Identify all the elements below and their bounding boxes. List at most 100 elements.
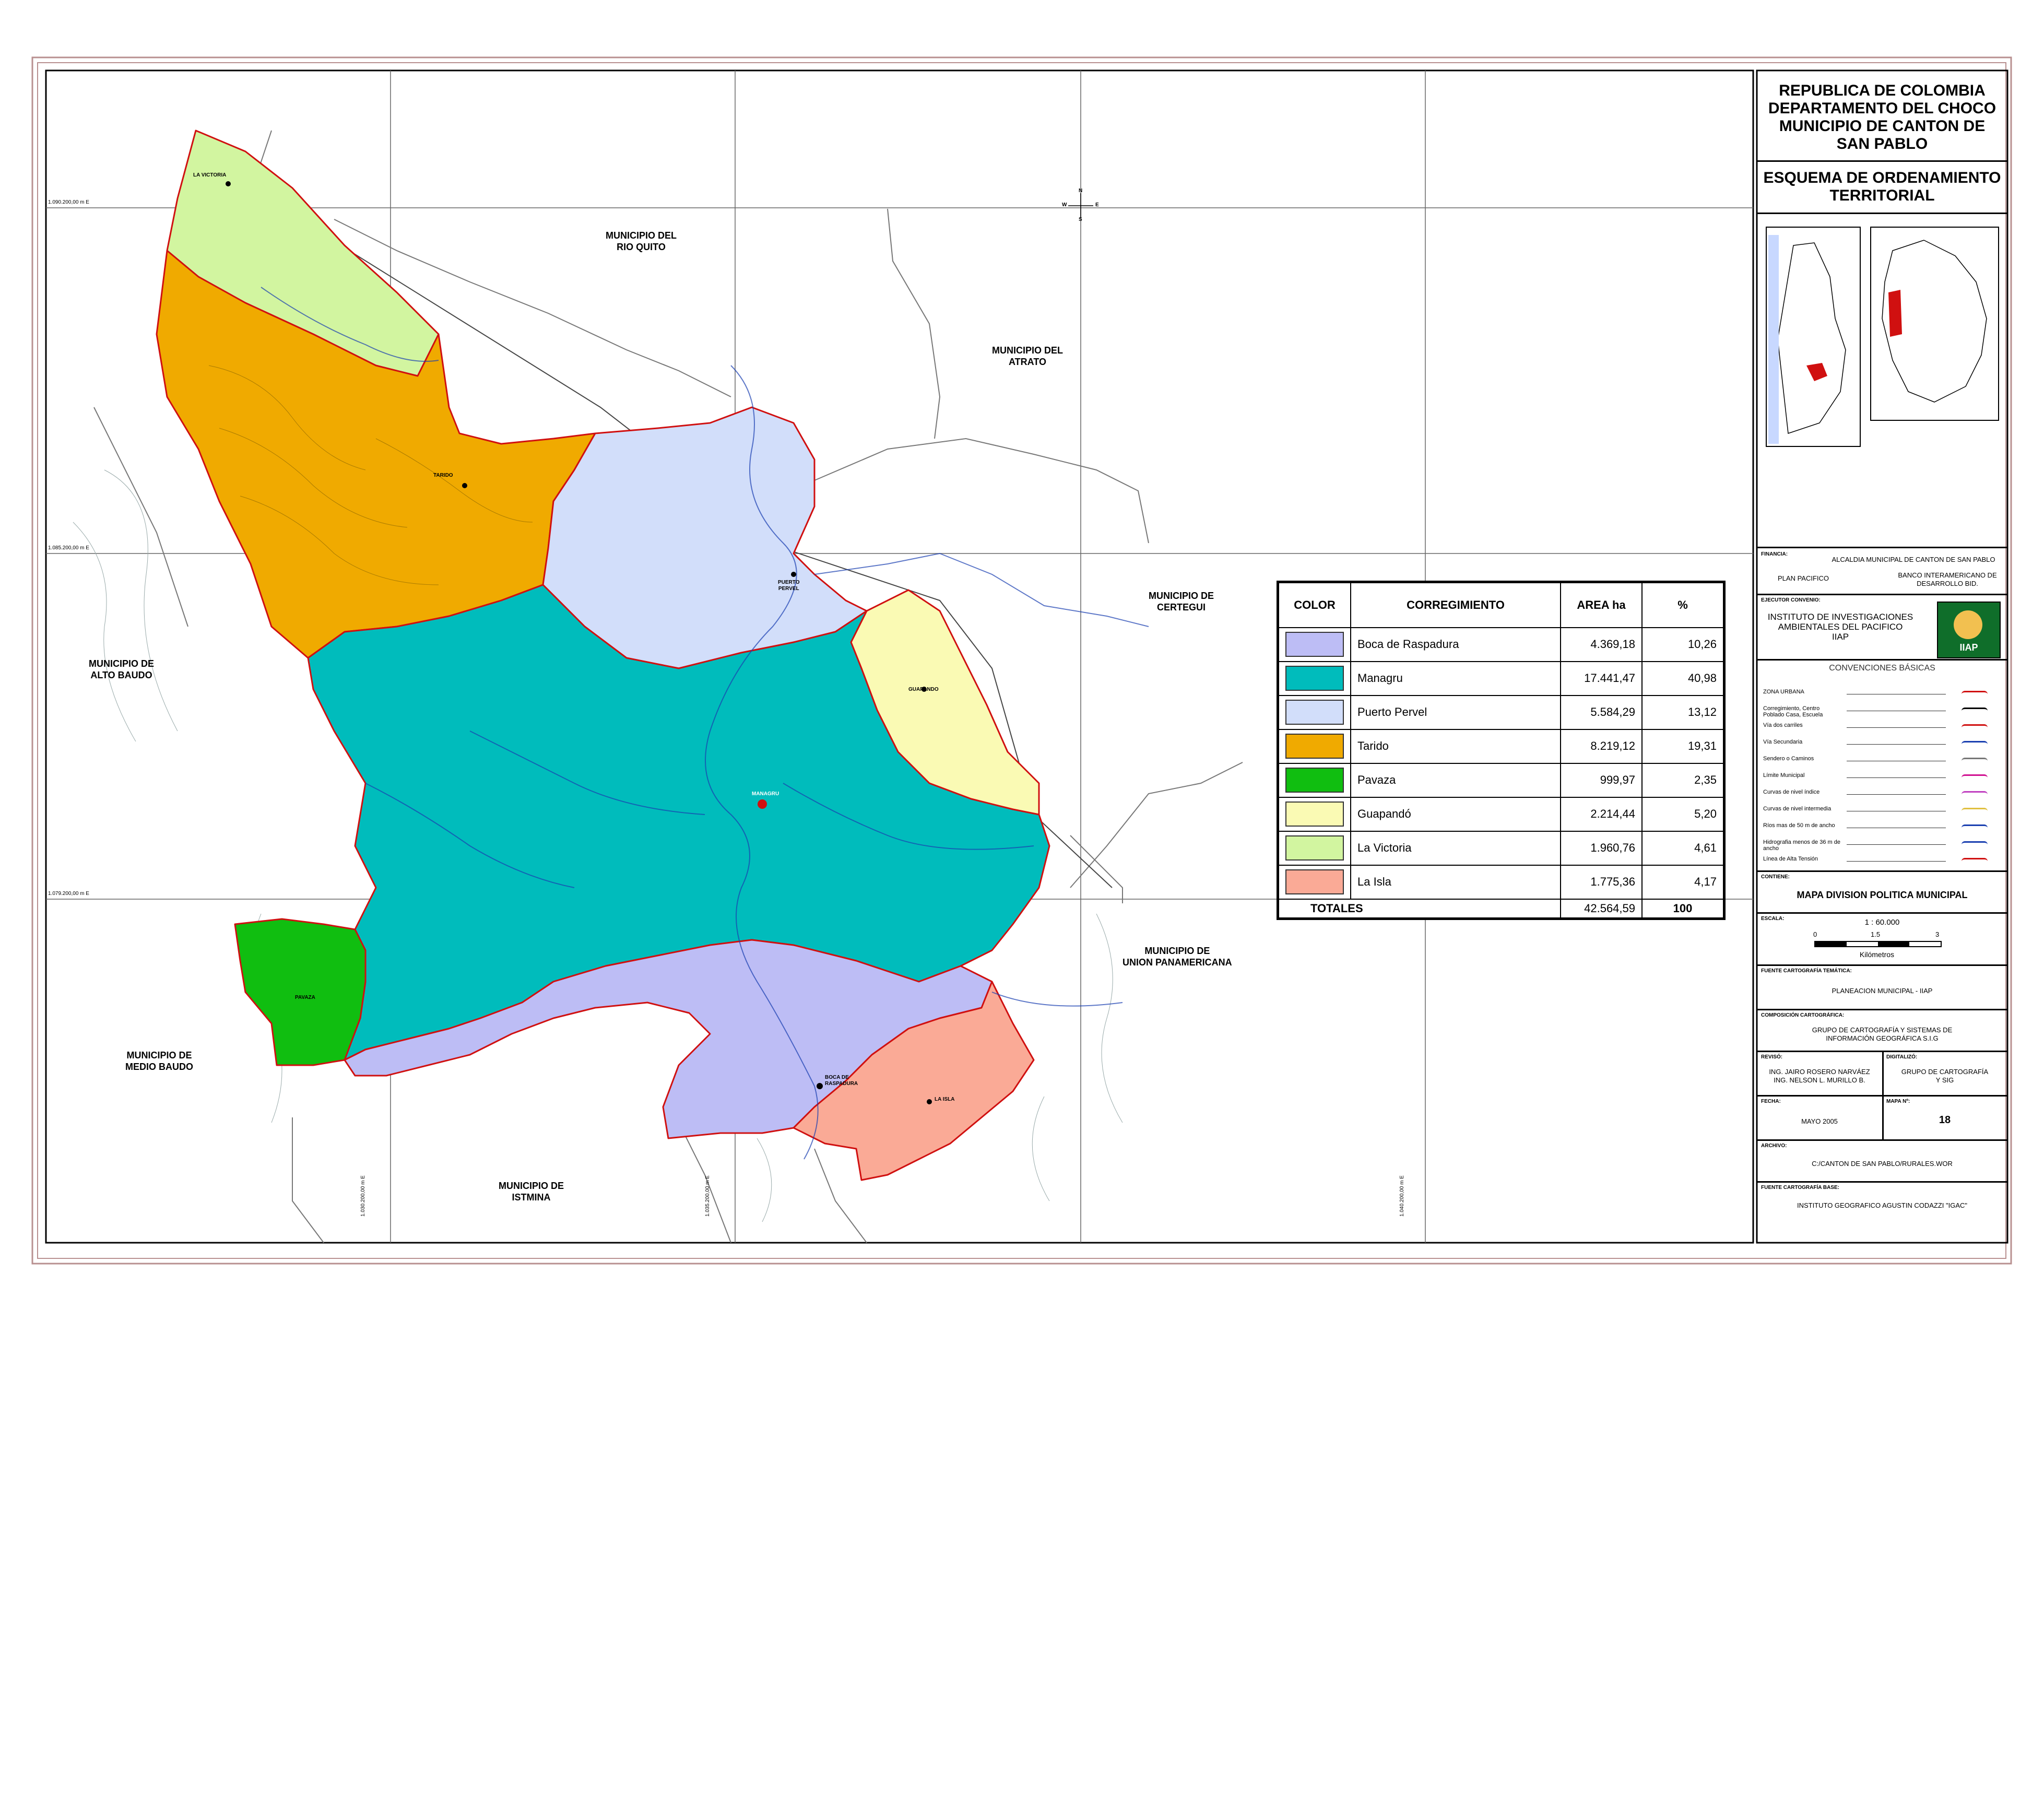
legend-pct: 4,17 <box>1641 864 1724 900</box>
scale-unit: Kilómetros <box>1859 950 1895 959</box>
map-sheet: N S E W 1.090.200,00 m E 1.085.200,00 m … <box>0 0 2044 1815</box>
corregimiento-legend: COLOR CORREGIMIENTO AREA ha % Boca de Ra… <box>1277 581 1726 920</box>
legend-area: 8.219,12 <box>1560 728 1643 764</box>
legend-name: Boca de Raspadura <box>1350 627 1561 662</box>
financia-label: FINANCIA: <box>1761 551 1788 557</box>
financia-block: FINANCIA: ALCALDIA MUNICIPAL DE CANTON D… <box>1757 548 2007 595</box>
fuente-tematica: PLANEACION MUNICIPAL - IIAP <box>1832 987 1933 995</box>
convention-line <box>1847 727 1946 728</box>
contiene-text: MAPA DIVISION POLITICA MUNICIPAL <box>1797 890 1968 900</box>
title-line-1: REPUBLICA DE COLOMBIA <box>1779 82 1986 99</box>
legend-row: La Isla 1.775,36 4,17 <box>1278 864 1724 900</box>
label-union-panamericana: MUNICIPIO DE UNION PANAMERICANA <box>1123 946 1232 968</box>
totals-row: TOTALES 42.564,59 100 <box>1278 898 1724 919</box>
scale-tick-0: 0 <box>1813 930 1817 938</box>
locator-svg <box>1766 227 1999 447</box>
escala-block: ESCALA: 1 : 60.000 0 1.5 3 Kilómetros <box>1757 914 2007 966</box>
leaf-icon <box>1954 610 1982 639</box>
compass-e: E <box>1095 202 1099 208</box>
legend-area: 999,97 <box>1560 762 1643 798</box>
legend-row: Tarido 8.219,12 19,31 <box>1278 728 1724 764</box>
archivo-label: ARCHIVO: <box>1761 1143 1787 1149</box>
legend-swatch <box>1278 627 1351 662</box>
subtitle-line-2: TERRITORIAL <box>1829 187 1935 204</box>
legend-area: 4.369,18 <box>1560 627 1643 662</box>
archivo-value: C:/CANTON DE SAN PABLO/RURALES.WOR <box>1812 1160 1953 1168</box>
convention-label: Corregimiento, Centro Poblado Casa, Escu… <box>1763 705 1823 718</box>
convention-symbol-icon <box>1962 724 1988 731</box>
legend-table: COLOR CORREGIMIENTO AREA ha % Boca de Ra… <box>1278 582 1724 919</box>
scale-tick-2: 3 <box>1935 930 1940 938</box>
archivo-block: ARCHIVO: C:/CANTON DE SAN PABLO/RURALES.… <box>1757 1141 2007 1183</box>
ejecutor-name: INSTITUTO DE INVESTIGACIONES AMBIENTALES … <box>1767 612 1913 642</box>
convention-line <box>1847 794 1946 795</box>
place-tarido: TARIDO <box>433 473 453 478</box>
convention-row: Corregimiento, Centro Poblado Casa, Escu… <box>1763 703 2003 719</box>
place-guapando: GUAPANDO <box>908 687 939 692</box>
scale-bar <box>1814 941 1942 947</box>
legend-row: La Victoria 1.960,76 4,61 <box>1278 830 1724 866</box>
legend-area: 17.441,47 <box>1560 661 1643 696</box>
label-certegui: MUNICIPIO DE CERTEGUI <box>1149 591 1214 612</box>
convention-row: Hidrografia menos de 36 m de ancho <box>1763 837 2003 853</box>
legend-pct: 40,98 <box>1641 661 1724 696</box>
label-atrato: MUNICIPIO DEL ATRATO <box>992 345 1064 367</box>
fecha-label: FECHA: <box>1761 1099 1781 1104</box>
convention-line <box>1847 844 1946 845</box>
place-puerto-pervel: PUERTO PERVEL <box>778 580 800 592</box>
title-line-2: DEPARTAMENTO DEL CHOCO <box>1768 100 1996 117</box>
convention-line <box>1847 744 1946 745</box>
convention-label: Curvas de nivel intermedia <box>1763 806 1832 812</box>
reviso-block: REVISÓ: ING. JAIRO ROSERO NARVÁEZ ING. NE… <box>1757 1052 2007 1097</box>
convention-label: ZONA URBANA <box>1763 689 1804 695</box>
legend-pct: 19,31 <box>1641 728 1724 764</box>
legend-area: 1.775,36 <box>1560 864 1643 900</box>
convention-symbol-icon <box>1962 741 1988 748</box>
compass-rose <box>1068 193 1093 218</box>
financia-1: ALCALDIA MUNICIPAL DE CANTON DE SAN PABL… <box>1832 556 1995 563</box>
legend-swatch <box>1278 728 1351 764</box>
convention-symbol-icon <box>1962 691 1988 698</box>
composicion-block: COMPOSICIÓN CARTOGRÁFICA: GRUPO DE CARTO… <box>1757 1010 2007 1052</box>
financia-3: BANCO INTERAMERICANO DE DESARROLLO BID. <box>1898 571 1997 587</box>
legend-row: Boca de Raspadura 4.369,18 10,26 <box>1278 627 1724 662</box>
locator-maps <box>1757 214 2007 548</box>
logo-text: IIAP <box>1959 642 1978 653</box>
convention-line <box>1847 861 1946 862</box>
convention-label: Línea de Alta Tensión <box>1763 856 1818 862</box>
compass-n: N <box>1079 188 1083 194</box>
grid-label-n3: 1.079.200,00 m E <box>48 891 89 897</box>
label-istmina: MUNICIPIO DE ISTMINA <box>499 1181 564 1203</box>
title-panel: REPUBLICA DE COLOMBIA DEPARTAMENTO DEL C… <box>1757 70 2007 1243</box>
totals-area: 42.564,59 <box>1560 898 1643 919</box>
legend-row: Managru 17.441,47 40,98 <box>1278 661 1724 696</box>
ejecutor-block: EJECUTOR CONVENIO: INSTITUTO DE INVESTIG… <box>1757 595 2007 661</box>
convention-symbol-icon <box>1962 824 1988 831</box>
financia-2: PLAN PACIFICO <box>1778 574 1829 582</box>
place-boca-raspadura: BOCA DE RASPADURA <box>825 1075 858 1087</box>
convention-symbol-icon <box>1962 841 1988 848</box>
place-pavaza: PAVAZA <box>295 995 315 1000</box>
legend-area: 1.960,76 <box>1560 830 1643 866</box>
label-medio-baudo: MUNICIPIO DE MEDIO BAUDO <box>125 1050 193 1072</box>
convention-symbol-icon <box>1962 758 1988 764</box>
grid-label-n2: 1.085.200,00 m E <box>48 545 89 551</box>
legend-name: Tarido <box>1350 728 1561 764</box>
fuente-tematica-label: FUENTE CARTOGRAFÍA TEMÁTICA: <box>1761 968 1852 974</box>
convenciones-block: CONVENCIONES BÁSICAS ZONA URBANA Corregim… <box>1757 661 2007 872</box>
totals-pct: 100 <box>1641 898 1724 919</box>
legend-name: Guapandó <box>1350 796 1561 832</box>
fuente-base-label: FUENTE CARTOGRAFÍA BASE: <box>1761 1185 1839 1191</box>
mapa-label: MAPA Nº: <box>1886 1099 1910 1104</box>
convention-symbol-icon <box>1962 791 1988 798</box>
convention-row: Vía Secundaria <box>1763 737 2003 752</box>
legend-row: Puerto Pervel 5.584,29 13,12 <box>1278 694 1724 730</box>
composicion-text: GRUPO DE CARTOGRAFÍA Y SISTEMAS DE INFORM… <box>1812 1026 1953 1042</box>
convention-label: Límite Municipal <box>1763 772 1805 779</box>
convention-row: Vía dos carriles <box>1763 720 2003 736</box>
place-la-victoria: LA VICTORIA <box>193 172 227 178</box>
legend-area: 5.584,29 <box>1560 694 1643 730</box>
fuente-base-value: INSTITUTO GEOGRAFICO AGUSTIN CODAZZI "IG… <box>1797 1201 1968 1209</box>
convention-label: Ríos mas de 50 m de ancho <box>1763 822 1835 829</box>
legend-swatch <box>1278 796 1351 832</box>
